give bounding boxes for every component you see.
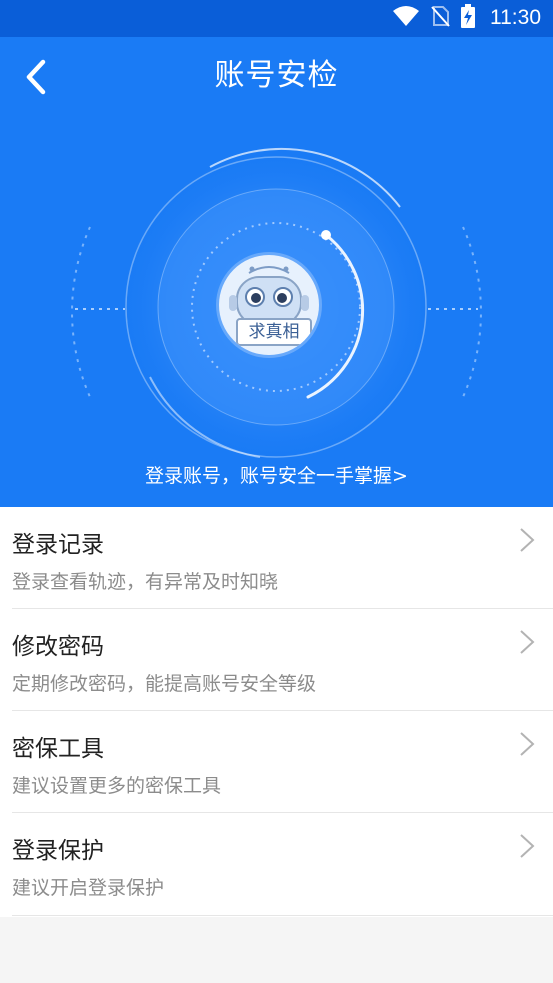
wifi-icon <box>392 5 420 31</box>
item-title: 修改密码 <box>12 634 104 660</box>
outer-dashed-arc-left <box>71 226 91 398</box>
item-description: 建议开启登录保护 <box>12 877 165 899</box>
item-description: 定期修改密码，能提高账号安全等级 <box>12 673 317 695</box>
outer-dashed-arc-right <box>462 226 482 398</box>
progress-dot <box>321 230 331 240</box>
status-bar: 11:30 <box>0 0 553 37</box>
status-time: 11:30 <box>490 6 541 29</box>
mascot-label: 求真相 <box>236 318 312 346</box>
list-item-login-records[interactable]: 登录记录 登录查看轨迹，有异常及时知晓 <box>12 507 553 609</box>
no-sim-icon <box>430 5 450 31</box>
item-description: 登录查看轨迹，有异常及时知晓 <box>12 571 279 593</box>
chevron-right-icon <box>520 630 535 654</box>
mascot-avatar: 求真相 <box>219 255 319 355</box>
chevron-right-icon <box>520 732 535 756</box>
item-title: 登录记录 <box>12 532 104 558</box>
back-button[interactable] <box>14 55 58 99</box>
title-bar: 账号安检 <box>0 37 553 117</box>
list-item-change-password[interactable]: 修改密码 定期修改密码，能提高账号安全等级 <box>12 609 553 711</box>
hero-panel: 账号安检 求真相 登录账号，账号安全一手掌握> <box>0 37 553 507</box>
chevron-right-icon <box>520 834 535 858</box>
item-description: 建议设置更多的密保工具 <box>12 775 222 797</box>
list-item-security-tools[interactable]: 密保工具 建议设置更多的密保工具 <box>12 711 553 813</box>
battery-charging-icon <box>460 4 476 32</box>
list-item-login-protection[interactable]: 登录保护 建议开启登录保护 <box>12 813 553 916</box>
login-prompt-link[interactable]: 登录账号，账号安全一手掌握> <box>0 461 553 488</box>
chevron-right-icon <box>520 528 535 552</box>
page-title: 账号安检 <box>214 58 339 93</box>
status-icons: 11:30 <box>392 4 541 32</box>
security-options-list: 登录记录 登录查看轨迹，有异常及时知晓 修改密码 定期修改密码，能提高账号安全等… <box>0 507 553 917</box>
item-title: 密保工具 <box>12 736 104 762</box>
item-title: 登录保护 <box>12 838 104 864</box>
chevron-left-icon <box>26 59 46 95</box>
